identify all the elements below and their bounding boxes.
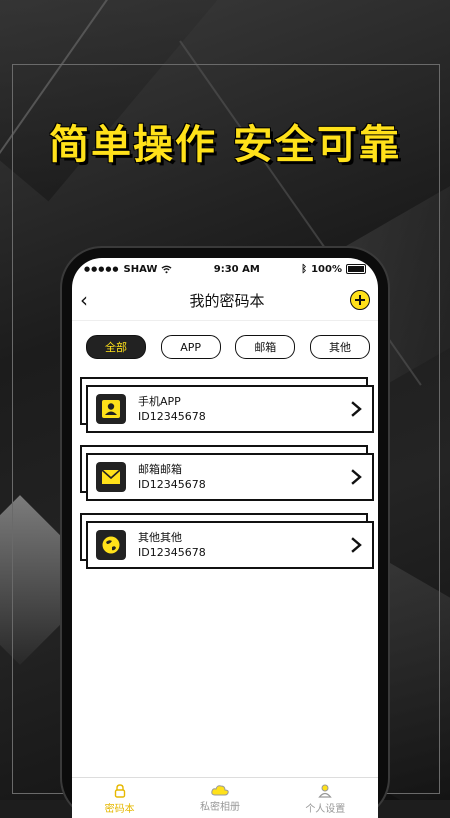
list-item[interactable]: 邮箱邮箱 ID12345678 (80, 445, 374, 501)
entry-card[interactable]: 手机APP ID12345678 (86, 385, 374, 433)
entry-id: ID12345678 (138, 410, 206, 423)
tab-settings[interactable]: 个人设置 (305, 778, 345, 815)
filter-email[interactable]: 邮箱 (235, 335, 296, 359)
app-screen: ●●●●● SHAW 9:30 AM ᛒ 100% ‹ 我的密码本 全部 APP… (72, 258, 378, 818)
tab-label: 个人设置 (305, 804, 346, 815)
back-arrow-icon[interactable]: ‹ (80, 290, 104, 310)
chevron-right-icon (350, 399, 364, 419)
entry-name: 邮箱邮箱 (138, 463, 182, 476)
password-list: 手机APP ID12345678 邮箱邮箱 ID12345678 其他其他 ID… (72, 359, 378, 569)
chevron-right-icon (350, 535, 364, 555)
filter-all[interactable]: 全部 (86, 335, 146, 359)
filter-other[interactable]: 其他 (309, 335, 370, 359)
user-icon (96, 394, 126, 424)
chevron-right-icon (350, 467, 364, 487)
entry-card[interactable]: 其他其他 ID12345678 (86, 521, 374, 569)
entry-id: ID12345678 (138, 478, 206, 491)
bottom-tab-bar: 密码本 私密相册 个人设置 (72, 777, 378, 818)
status-time: 9:30 AM (213, 263, 260, 275)
phone-mockup: ●●●●● SHAW 9:30 AM ᛒ 100% ‹ 我的密码本 全部 APP… (62, 248, 388, 818)
wifi-icon (161, 265, 172, 273)
status-bar: ●●●●● SHAW 9:30 AM ᛒ 100% (72, 258, 378, 280)
filter-app[interactable]: APP (160, 335, 221, 359)
entry-name: 手机APP (138, 395, 181, 408)
person-icon (318, 784, 333, 798)
globe-icon (96, 530, 126, 560)
entry-name: 其他其他 (138, 531, 182, 544)
tab-password-book[interactable]: 密码本 (105, 778, 135, 815)
tab-label: 私密相册 (199, 802, 240, 813)
envelope-icon (96, 462, 126, 492)
battery-icon (346, 264, 366, 274)
page-title: 我的密码本 (189, 291, 265, 310)
list-item[interactable]: 手机APP ID12345678 (80, 377, 374, 433)
battery-percent: 100% (311, 263, 342, 275)
carrier-label: SHAW (123, 263, 158, 275)
signal-icon: ●●●●● (84, 265, 120, 273)
cloud-icon (211, 785, 229, 796)
nav-bar: ‹ 我的密码本 (72, 280, 378, 321)
filter-tabs: 全部 APP 邮箱 其他 (72, 321, 378, 359)
entry-card[interactable]: 邮箱邮箱 ID12345678 (86, 453, 374, 501)
list-item[interactable]: 其他其他 ID12345678 (80, 513, 374, 569)
tab-private-album[interactable]: 私密相册 (200, 778, 240, 813)
promo-headline: 简单操作 安全可靠 (49, 122, 401, 168)
bluetooth-icon: ᛒ (301, 263, 308, 275)
entry-id: ID12345678 (138, 546, 206, 559)
add-entry-icon[interactable] (349, 290, 370, 310)
lock-icon (114, 784, 125, 798)
tab-label: 密码本 (104, 804, 135, 815)
